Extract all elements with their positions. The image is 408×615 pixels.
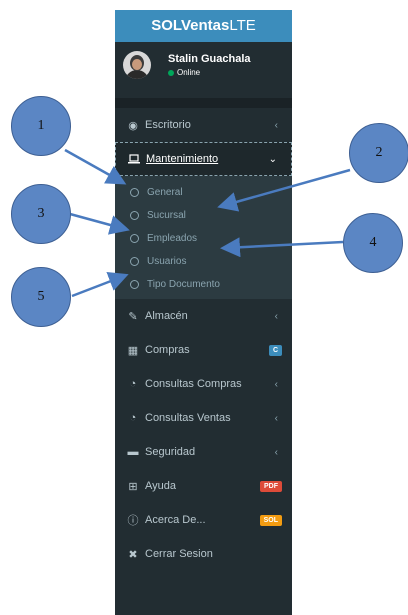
arrow-1 (64, 148, 127, 185)
callout-1: 1 (11, 96, 71, 156)
avatar (123, 51, 151, 79)
screenshot-stage: SOLVentasLTE Stalin Guachala Online ◉ Es… (0, 0, 408, 615)
sidebar-item-label: Compras (145, 344, 190, 356)
sidebar-item-label: Almacén (145, 310, 188, 322)
sidebar-item-ayuda[interactable]: ⊞ Ayuda PDF (115, 469, 292, 503)
brand-bold: SOLVentas (151, 17, 230, 34)
submenu-label: Empleados (147, 233, 198, 244)
callout-5: 5 (11, 267, 71, 327)
sidebar-item-label: Seguridad (145, 446, 196, 458)
sidebar-item-mantenimiento[interactable]: Mantenimiento ⌄ (115, 142, 292, 176)
callout-2: 2 (349, 123, 408, 183)
circle-icon (130, 188, 139, 197)
submenu-item-sucursal[interactable]: Sucursal (115, 204, 292, 227)
submenu-label: Sucursal (147, 210, 186, 221)
sidebar-item-label: Consultas Ventas (145, 412, 231, 424)
online-dot-icon (168, 69, 174, 76)
laptop-icon (126, 154, 142, 164)
compras-badge: C (268, 344, 282, 356)
ayuda-badge: PDF (260, 480, 282, 492)
pie-chart-icon: ◔ (129, 412, 137, 424)
sidebar-menu: ◉ Escritorio ‹ Mantenimiento ⌄ General S… (115, 108, 292, 571)
sidebar-item-compras[interactable]: ▦ Compras C (115, 333, 292, 367)
sidebar-item-seguridad[interactable]: ▬ Seguridad ‹ (115, 435, 292, 469)
sidebar-item-consultas-compras[interactable]: ◔ Consultas Compras ‹ (115, 367, 292, 401)
sidebar: SOLVentasLTE Stalin Guachala Online ◉ Es… (115, 10, 292, 615)
info-icon: ⓘ (127, 515, 139, 527)
callout-4: 4 (343, 213, 403, 273)
circle-icon (130, 211, 139, 220)
brand-light: LTE (229, 17, 256, 34)
chevron-left-icon: ‹ (274, 119, 278, 131)
sidebar-item-acerca-de[interactable]: ⓘ Acerca De... SOL (115, 503, 292, 537)
submenu-item-tipo-documento[interactable]: Tipo Documento (115, 273, 292, 296)
submenu-item-empleados[interactable]: Empleados (115, 227, 292, 250)
dashboard-icon: ◉ (128, 119, 138, 132)
submenu-label: Usuarios (147, 256, 187, 267)
edit-icon: ✎ (128, 310, 138, 323)
submenu-label: General (147, 187, 183, 198)
user-status-label: Online (177, 68, 201, 77)
brand-logo[interactable]: SOLVentasLTE (115, 10, 292, 42)
chevron-left-icon: ‹ (274, 446, 278, 458)
close-icon: ✖ (128, 548, 138, 561)
user-status: Online (168, 68, 200, 77)
plus-square-icon: ⊞ (128, 480, 138, 493)
submenu-item-usuarios[interactable]: Usuarios (115, 250, 292, 273)
user-name: Stalin Guachala (168, 53, 251, 65)
circle-icon (130, 257, 139, 266)
menu-header (115, 98, 292, 108)
sidebar-item-label: Acerca De... (145, 514, 206, 526)
callout-3: 3 (11, 184, 71, 244)
sidebar-item-escritorio[interactable]: ◉ Escritorio ‹ (115, 108, 292, 142)
sidebar-item-label: Mantenimiento (146, 153, 219, 165)
sidebar-item-consultas-ventas[interactable]: ◔ Consultas Ventas ‹ (115, 401, 292, 435)
sidebar-item-label: Consultas Compras (145, 378, 242, 390)
sidebar-item-label: Escritorio (145, 119, 191, 131)
chevron-left-icon: ‹ (274, 412, 278, 424)
sidebar-item-almacen[interactable]: ✎ Almacén ‹ (115, 299, 292, 333)
grid-icon: ▦ (127, 344, 139, 357)
acerca-badge: SOL (259, 514, 282, 526)
chevron-left-icon: ‹ (274, 310, 278, 322)
sidebar-item-label: Ayuda (145, 480, 176, 492)
circle-icon (130, 234, 139, 243)
submenu-item-general[interactable]: General (115, 181, 292, 204)
folder-icon: ▬ (127, 446, 139, 458)
sidebar-item-cerrar-sesion[interactable]: ✖ Cerrar Sesion (115, 537, 292, 571)
chevron-down-icon: ⌄ (268, 153, 277, 165)
sidebar-item-label: Cerrar Sesion (145, 548, 213, 560)
pie-chart-icon: ◔ (129, 378, 137, 390)
submenu-label: Tipo Documento (147, 279, 220, 290)
chevron-left-icon: ‹ (274, 378, 278, 390)
mantenimiento-submenu: General Sucursal Empleados Usuarios Tipo… (115, 176, 292, 299)
circle-icon (130, 280, 139, 289)
user-panel: Stalin Guachala Online (115, 42, 292, 98)
